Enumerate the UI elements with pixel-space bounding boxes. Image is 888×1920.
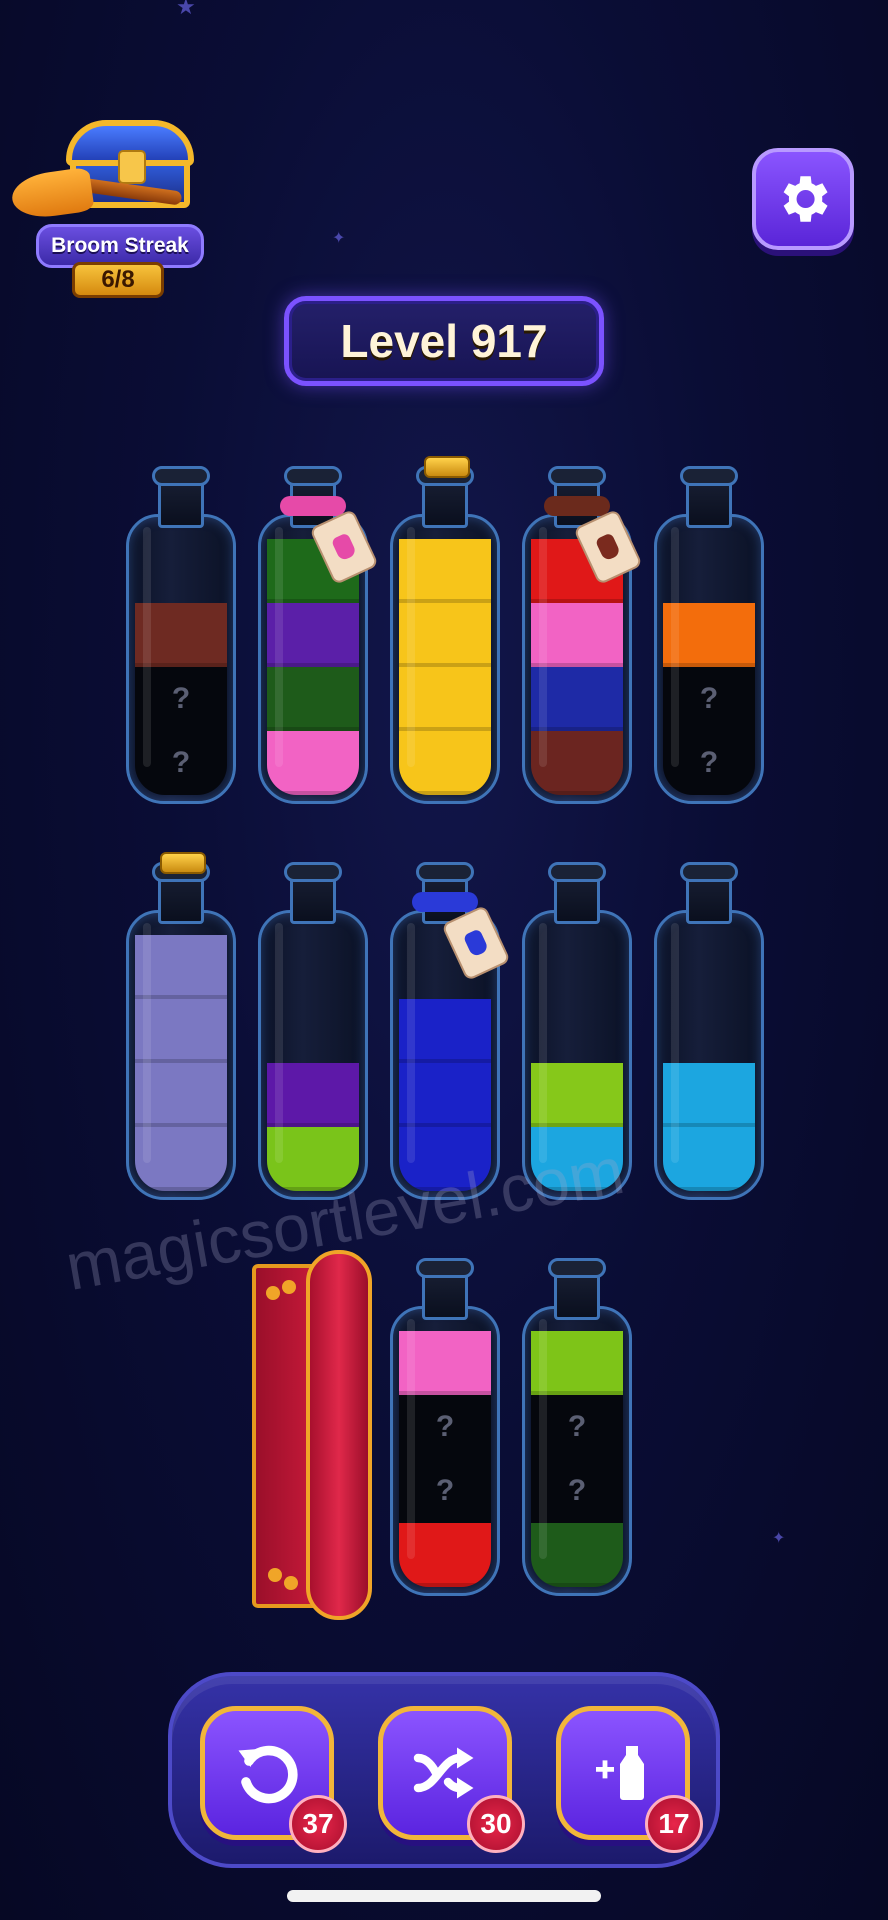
home-indicator[interactable]	[287, 1890, 601, 1902]
gear-icon	[783, 176, 828, 222]
scroll-roll	[306, 1250, 372, 1620]
star-decoration: ★	[176, 0, 196, 19]
bottle-glass: ??	[522, 1306, 632, 1596]
cork-icon	[424, 456, 470, 478]
shuffle-button[interactable]: 30	[378, 1706, 525, 1853]
bottle-3[interactable]	[390, 456, 500, 806]
add-bottle-count: 17	[645, 1795, 703, 1853]
bottle-1[interactable]: ??	[126, 466, 236, 806]
bottle-7[interactable]	[258, 862, 368, 1202]
star-decoration: ✦	[772, 1530, 786, 1547]
bottle-6[interactable]	[126, 852, 236, 1202]
bottle-10[interactable]	[654, 862, 764, 1202]
bottle-glass	[126, 910, 236, 1200]
add-bottle-icon	[596, 1746, 644, 1800]
rope-icon	[280, 496, 346, 516]
bottle-11[interactable]: ??	[390, 1258, 500, 1598]
star-decoration: ✦	[332, 230, 346, 247]
scroll-booster[interactable]	[248, 1250, 376, 1622]
bottle-2[interactable]	[258, 466, 379, 806]
undo-button[interactable]: 37	[200, 1706, 347, 1853]
bottle-glass	[390, 514, 500, 804]
rope-icon	[544, 496, 610, 516]
add-bottle-button[interactable]: 17	[556, 1706, 703, 1853]
bottle-glass	[654, 910, 764, 1200]
shuffle-count: 30	[467, 1795, 525, 1853]
bottle-glass: ??	[654, 514, 764, 804]
settings-button[interactable]	[752, 148, 854, 250]
undo-icon	[238, 1745, 298, 1804]
shuffle-icon	[413, 1747, 474, 1799]
cork-icon	[160, 852, 206, 874]
bottle-4[interactable]	[522, 466, 643, 806]
level-title: Level 917	[284, 296, 604, 386]
bottle-glass	[258, 910, 368, 1200]
bottle-glass: ??	[126, 514, 236, 804]
bottle-glass: ??	[390, 1306, 500, 1596]
streak-progress: 6/8	[72, 262, 164, 298]
bottle-5[interactable]: ??	[654, 466, 764, 806]
rope-icon	[412, 892, 478, 912]
bottle-8[interactable]	[390, 862, 511, 1202]
undo-count: 37	[289, 1795, 347, 1853]
tools-tray: 37 30 17	[168, 1672, 720, 1868]
broom-icon	[9, 166, 183, 222]
bottle-12[interactable]: ??	[522, 1258, 632, 1598]
broom-streak-badge[interactable]: Broom Streak 6/8	[9, 112, 212, 302]
